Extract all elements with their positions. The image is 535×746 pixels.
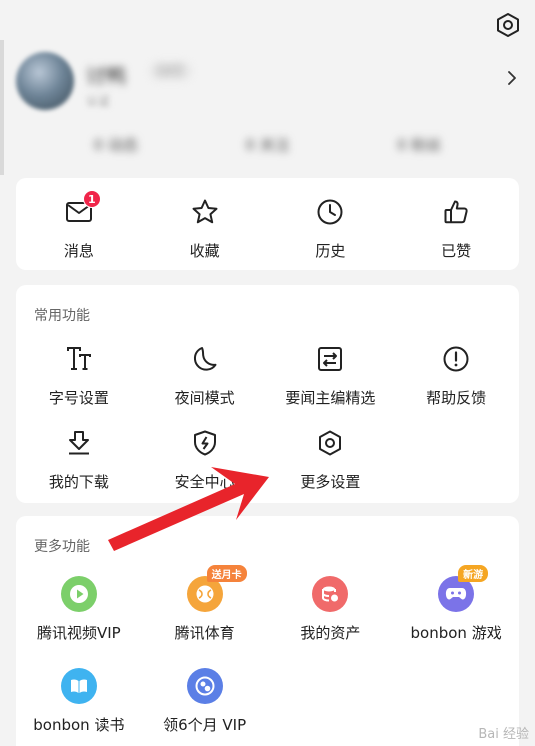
quick-actions-card: 1 消息 收藏 历史 已赞	[16, 178, 519, 270]
stat-following[interactable]: 0 关注	[245, 134, 289, 158]
unread-badge: 1	[82, 190, 101, 208]
font-size-icon	[59, 339, 99, 379]
quick-item-messages[interactable]: 1 消息	[16, 190, 142, 274]
thumbs-up-icon	[436, 192, 476, 232]
download-icon	[59, 423, 99, 463]
function-label: 我的下载	[48, 473, 109, 491]
common-functions-grid: 字号设置 夜间模式 要闻主编精选 帮助反馈 我的下载 安全中心 更多设置	[16, 337, 519, 505]
more-item-tencent-video-vip[interactable]: 腾讯视频VIP	[16, 572, 142, 664]
stat-followers[interactable]: 0 粉丝	[397, 134, 441, 158]
function-label: 要闻主编精选	[285, 389, 376, 407]
function-font-size[interactable]: 字号设置	[16, 337, 142, 421]
clock-icon	[310, 192, 350, 232]
function-label: 帮助反馈	[426, 389, 487, 407]
settings-icon	[310, 423, 350, 463]
help-icon	[436, 339, 476, 379]
username: 讨鸭	[86, 64, 126, 88]
more-functions-card: 更多功能 腾讯视频VIP 送月卡 腾讯体育 我的资产 新游 bonbon 游戏 …	[16, 516, 519, 746]
more-item-label: bonbon 读书	[33, 716, 125, 734]
more-item-label: 腾讯体育	[174, 624, 235, 642]
gamepad-icon: 新游	[436, 565, 489, 614]
moon-icon	[185, 339, 225, 379]
assets-icon	[310, 574, 350, 614]
watermark: Bai 经验	[478, 727, 529, 742]
star-icon	[185, 192, 225, 232]
user-subtitle: 认证	[86, 94, 111, 108]
settings-icon[interactable]	[493, 10, 523, 40]
more-functions-grid: 腾讯视频VIP 送月卡 腾讯体育 我的资产 新游 bonbon 游戏 bonbo…	[16, 565, 519, 746]
profile-stats: 0 动态 0 关注 0 粉丝	[0, 134, 535, 158]
function-label: 更多设置	[300, 473, 361, 491]
more-item-six-month-vip[interactable]: 领6个月 VIP	[142, 664, 268, 746]
section-title: 更多功能	[34, 539, 90, 555]
section-title: 常用功能	[34, 308, 90, 324]
mail-icon: 1	[59, 190, 101, 232]
stat-posts[interactable]: 0 动态	[94, 134, 138, 158]
quick-item-favorites[interactable]: 收藏	[142, 190, 268, 274]
chevron-right-icon[interactable]	[505, 68, 519, 88]
vip-icon	[185, 666, 225, 706]
new-game-badge: 新游	[458, 565, 489, 582]
function-label: 安全中心	[174, 473, 235, 491]
more-item-my-assets[interactable]: 我的资产	[268, 572, 394, 664]
quick-actions-grid: 1 消息 收藏 历史 已赞	[16, 190, 519, 274]
function-help-feedback[interactable]: 帮助反馈	[393, 337, 519, 421]
function-security-center[interactable]: 安全中心	[142, 421, 268, 505]
function-label: 字号设置	[48, 389, 109, 407]
function-more-settings[interactable]: 更多设置	[268, 421, 394, 505]
quick-item-label: 已赞	[441, 242, 472, 260]
function-night-mode[interactable]: 夜间模式	[142, 337, 268, 421]
more-item-label: bonbon 游戏	[410, 624, 502, 642]
avatar[interactable]	[16, 52, 74, 110]
more-item-label: 我的资产	[300, 624, 361, 642]
promo-badge: 送月卡	[206, 565, 247, 582]
function-editor-picks[interactable]: 要闻主编精选	[268, 337, 394, 421]
quick-item-liked[interactable]: 已赞	[393, 190, 519, 274]
more-item-bonbon-games[interactable]: 新游 bonbon 游戏	[393, 565, 519, 664]
quick-item-history[interactable]: 历史	[268, 190, 394, 274]
more-item-bonbon-books[interactable]: bonbon 读书	[16, 664, 142, 746]
quick-item-label: 消息	[63, 242, 94, 260]
more-item-label: 领6个月 VIP	[163, 716, 247, 734]
book-icon	[59, 666, 99, 706]
more-item-tencent-sports[interactable]: 送月卡 腾讯体育	[142, 565, 268, 664]
function-label: 夜间模式	[174, 389, 235, 407]
user-level-tag: LV2	[150, 62, 191, 80]
quick-item-label: 收藏	[189, 242, 220, 260]
sports-ball-icon: 送月卡	[185, 565, 247, 614]
video-play-icon	[59, 574, 99, 614]
more-item-label: 腾讯视频VIP	[37, 624, 121, 642]
function-my-downloads[interactable]: 我的下载	[16, 421, 142, 505]
profile-header[interactable]: 讨鸭 LV2 认证 0 动态 0 关注 0 粉丝	[0, 38, 535, 178]
quick-item-label: 历史	[315, 242, 346, 260]
swap-icon	[310, 339, 350, 379]
common-functions-card: 常用功能 字号设置 夜间模式 要闻主编精选 帮助反馈 我的下载 安全中心 更多设…	[16, 285, 519, 503]
shield-icon	[185, 423, 225, 463]
